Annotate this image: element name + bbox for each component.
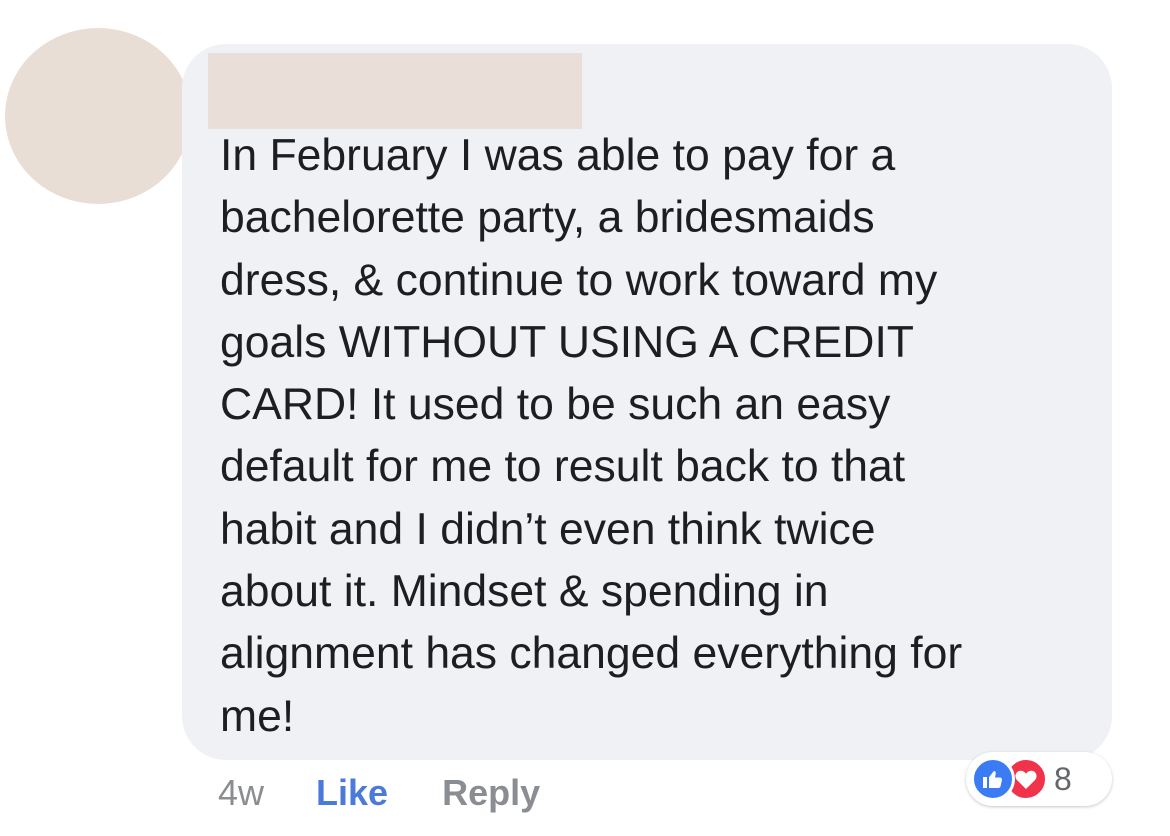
reply-button[interactable]: Reply [442,772,540,814]
like-button[interactable]: Like [316,772,388,814]
comment-text: In February I was able to pay for a bach… [220,131,963,741]
reactions-summary[interactable]: 8 [966,752,1112,806]
comment-actions: 4w Like Reply [218,768,540,818]
author-name-redacted[interactable] [208,53,582,129]
avatar[interactable] [5,28,191,204]
like-reaction-icon [971,757,1015,801]
comment-timestamp[interactable]: 4w [218,772,264,814]
reaction-count: 8 [1054,761,1072,797]
